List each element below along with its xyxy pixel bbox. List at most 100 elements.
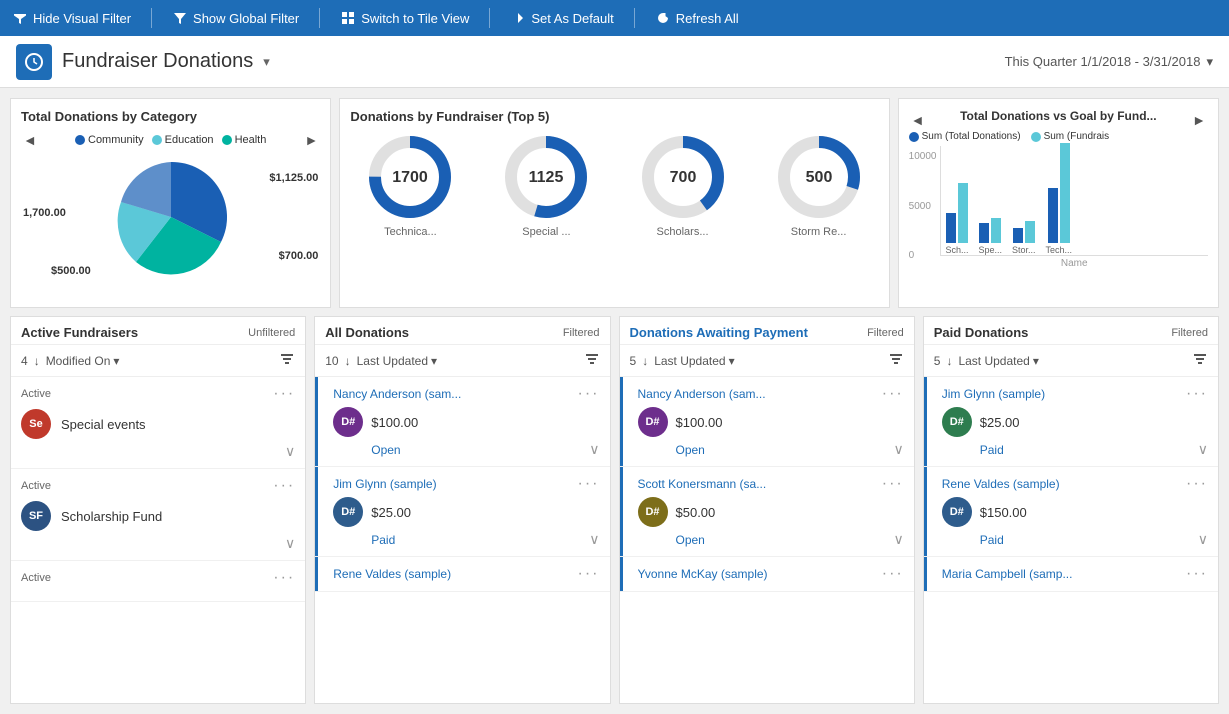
title-dropdown[interactable]: ▾ bbox=[263, 54, 270, 70]
ad-sort-field[interactable]: Last Updated ▾ bbox=[357, 354, 437, 368]
hide-visual-filter-button[interactable]: Hide Visual Filter bbox=[12, 10, 131, 26]
expand-icon[interactable]: ∨ bbox=[1198, 441, 1208, 458]
list-item: Rene Valdes (sample) ··· bbox=[315, 557, 609, 592]
pie-next-arrow[interactable]: ► bbox=[303, 132, 321, 148]
expand-icon[interactable]: ∨ bbox=[894, 441, 904, 458]
pie-label-1700: 1,700.00 bbox=[23, 207, 66, 219]
expand-icon[interactable]: ∨ bbox=[589, 531, 599, 548]
avatar: D# bbox=[638, 407, 668, 437]
avatar: D# bbox=[942, 407, 972, 437]
expand-icon[interactable]: ∨ bbox=[1198, 531, 1208, 548]
active-fundraisers-controls: 4 ↓ Modified On ▾ bbox=[11, 345, 305, 377]
avatar: D# bbox=[638, 497, 668, 527]
paid-donations-badge: Filtered bbox=[1171, 327, 1208, 339]
switch-tile-view-button[interactable]: Switch to Tile View bbox=[340, 10, 469, 26]
item-menu-dots[interactable]: ··· bbox=[882, 565, 904, 583]
legend-education: Education bbox=[152, 134, 214, 146]
pd-sort-count: 5 bbox=[934, 354, 941, 368]
af-sort-count: 4 bbox=[21, 354, 28, 368]
paid-donations-controls: 5 ↓ Last Updated ▾ bbox=[924, 345, 1218, 377]
pie-chart-svg bbox=[96, 152, 246, 282]
item-menu-dots[interactable]: ··· bbox=[882, 475, 904, 493]
left-bar bbox=[924, 557, 927, 591]
bar-chart-card: ◄ Total Donations vs Goal by Fund... ► S… bbox=[898, 98, 1219, 308]
list-item: Jim Glynn (sample) ··· D# $25.00 Paid ∨ bbox=[315, 467, 609, 557]
pie-prev-arrow[interactable]: ◄ bbox=[21, 132, 39, 148]
left-bar bbox=[620, 467, 623, 556]
bar-prev-arrow[interactable]: ◄ bbox=[909, 112, 927, 128]
list-item: Active ··· SF Scholarship Fund ∨ bbox=[11, 469, 305, 561]
item-menu-dots[interactable]: ··· bbox=[273, 569, 295, 587]
all-donations-badge: Filtered bbox=[563, 327, 600, 339]
active-fundraisers-title: Active Fundraisers bbox=[21, 325, 138, 340]
item-menu-dots[interactable]: ··· bbox=[1186, 475, 1208, 493]
list-item: Scott Konersmann (sa... ··· D# $50.00 Op… bbox=[620, 467, 914, 557]
item-menu-dots[interactable]: ··· bbox=[273, 477, 295, 495]
divider-1 bbox=[151, 8, 152, 28]
bar-next-arrow[interactable]: ► bbox=[1190, 112, 1208, 128]
page-title: Fundraiser Donations bbox=[62, 50, 253, 73]
da-filter-icon[interactable] bbox=[888, 351, 904, 370]
item-menu-dots[interactable]: ··· bbox=[273, 385, 295, 403]
donut-1: 1700 Technica... bbox=[365, 132, 455, 238]
active-fundraisers-panel: Active Fundraisers Unfiltered 4 ↓ Modifi… bbox=[10, 316, 306, 704]
item-menu-dots[interactable]: ··· bbox=[578, 475, 600, 493]
all-donations-content: Nancy Anderson (sam... ··· D# $100.00 Op… bbox=[315, 377, 609, 703]
paid-donations-panel: Paid Donations Filtered 5 ↓ Last Updated… bbox=[923, 316, 1219, 704]
bar-legend-2: Sum (Fundrais bbox=[1031, 131, 1110, 142]
left-bar bbox=[620, 377, 623, 466]
pie-label-700: $700.00 bbox=[279, 250, 319, 262]
all-donations-header: All Donations Filtered bbox=[315, 317, 609, 345]
expand-icon[interactable]: ∨ bbox=[285, 535, 295, 552]
expand-icon[interactable]: ∨ bbox=[285, 443, 295, 460]
date-range[interactable]: This Quarter 1/1/2018 - 3/31/2018 ▾ bbox=[1005, 54, 1213, 70]
ad-sort-down-icon[interactable]: ↓ bbox=[345, 354, 351, 368]
bar-group-4: Tech... bbox=[1046, 143, 1073, 255]
expand-icon[interactable]: ∨ bbox=[589, 441, 599, 458]
donations-awaiting-content: Nancy Anderson (sam... ··· D# $100.00 Op… bbox=[620, 377, 914, 703]
avatar: D# bbox=[942, 497, 972, 527]
da-sort-down-icon[interactable]: ↓ bbox=[642, 354, 648, 368]
panels-row: Active Fundraisers Unfiltered 4 ↓ Modifi… bbox=[10, 316, 1219, 704]
donations-awaiting-badge: Filtered bbox=[867, 327, 904, 339]
item-menu-dots[interactable]: ··· bbox=[882, 385, 904, 403]
donut-chart-card: Donations by Fundraiser (Top 5) 1700 Tec… bbox=[339, 98, 889, 308]
show-global-filter-button[interactable]: Show Global Filter bbox=[172, 10, 299, 26]
ad-filter-icon[interactable] bbox=[584, 351, 600, 370]
divider-4 bbox=[634, 8, 635, 28]
left-bar bbox=[620, 557, 623, 591]
item-menu-dots[interactable]: ··· bbox=[578, 565, 600, 583]
pie-label-500: $500.00 bbox=[51, 265, 91, 277]
left-bar bbox=[924, 377, 927, 466]
page-header: Fundraiser Donations ▾ This Quarter 1/1/… bbox=[0, 36, 1229, 88]
item-menu-dots[interactable]: ··· bbox=[1186, 385, 1208, 403]
paid-donations-content: Jim Glynn (sample) ··· D# $25.00 Paid ∨ bbox=[924, 377, 1218, 703]
donations-awaiting-header: Donations Awaiting Payment Filtered bbox=[620, 317, 914, 345]
donut-2: 1125 Special ... bbox=[501, 132, 591, 238]
all-donations-title: All Donations bbox=[325, 325, 409, 340]
list-item: Rene Valdes (sample) ··· D# $150.00 Paid… bbox=[924, 467, 1218, 557]
set-as-default-button[interactable]: Set As Default bbox=[510, 10, 613, 26]
af-sort-down-icon[interactable]: ↓ bbox=[34, 354, 40, 368]
da-sort-field[interactable]: Last Updated ▾ bbox=[654, 354, 734, 368]
pd-sort-down-icon[interactable]: ↓ bbox=[946, 354, 952, 368]
pd-sort-field[interactable]: Last Updated ▾ bbox=[958, 354, 1038, 368]
all-donations-panel: All Donations Filtered 10 ↓ Last Updated… bbox=[314, 316, 610, 704]
list-item: Nancy Anderson (sam... ··· D# $100.00 Op… bbox=[620, 377, 914, 467]
item-menu-dots[interactable]: ··· bbox=[578, 385, 600, 403]
donations-awaiting-controls: 5 ↓ Last Updated ▾ bbox=[620, 345, 914, 377]
af-sort-field[interactable]: Modified On ▾ bbox=[46, 354, 120, 368]
da-sort-count: 5 bbox=[630, 354, 637, 368]
bar-group-3: Stor... bbox=[1012, 221, 1036, 255]
expand-icon[interactable]: ∨ bbox=[894, 531, 904, 548]
pie-chart-card: Total Donations by Category ◄ Community … bbox=[10, 98, 331, 308]
donations-awaiting-panel: Donations Awaiting Payment Filtered 5 ↓ … bbox=[619, 316, 915, 704]
pd-filter-icon[interactable] bbox=[1192, 351, 1208, 370]
af-filter-icon[interactable] bbox=[279, 351, 295, 370]
svg-text:700: 700 bbox=[669, 169, 696, 186]
list-item: Maria Campbell (samp... ··· bbox=[924, 557, 1218, 592]
avatar: SF bbox=[21, 501, 51, 531]
divider-3 bbox=[489, 8, 490, 28]
item-menu-dots[interactable]: ··· bbox=[1186, 565, 1208, 583]
refresh-all-button[interactable]: Refresh All bbox=[655, 10, 739, 26]
